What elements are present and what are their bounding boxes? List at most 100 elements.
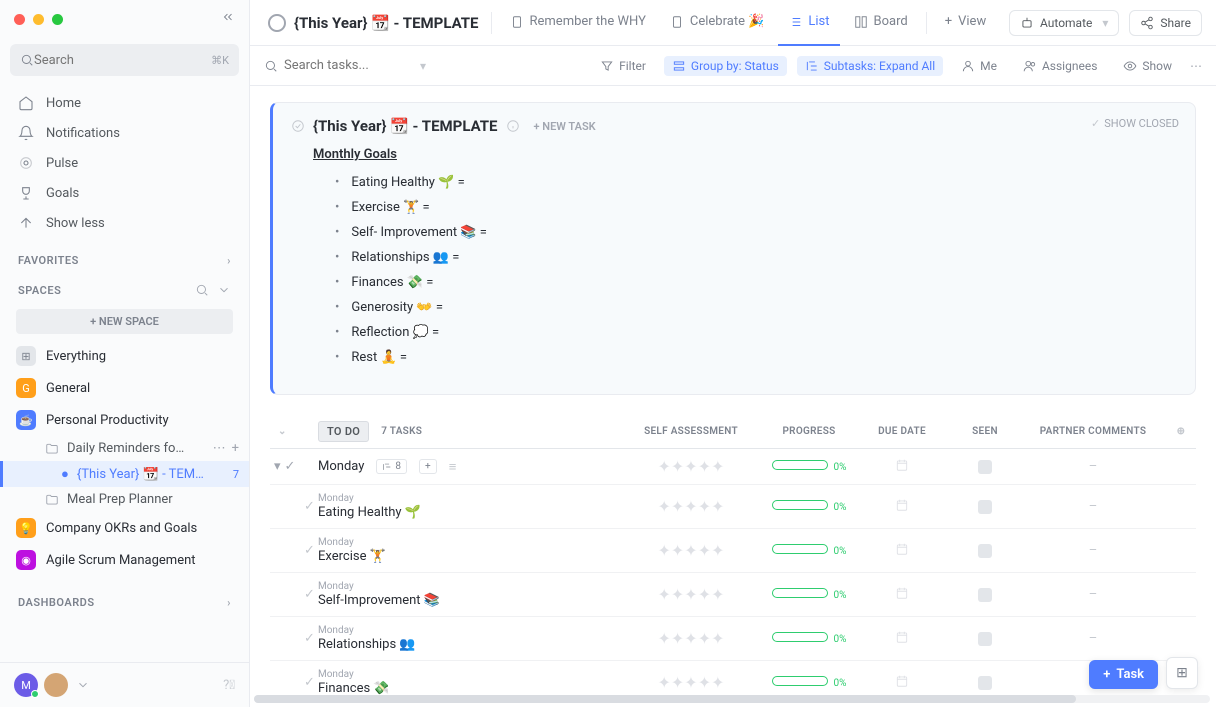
nav-home[interactable]: Home (0, 88, 249, 118)
self-assessment-stars[interactable]: ✦✦✦✦✦ (626, 457, 756, 476)
partner-comments-cell[interactable]: – (1028, 459, 1158, 474)
self-assessment-stars[interactable]: ✦✦✦✦✦ (626, 497, 756, 516)
space-everything[interactable]: ⊞Everything (0, 340, 249, 372)
folder-meal-prep[interactable]: Meal Prep Planner (0, 487, 249, 512)
apps-fab[interactable]: ⊞ (1166, 657, 1198, 689)
close-icon[interactable] (14, 14, 25, 25)
col-partner-comments[interactable]: PARTNER COMMENTS (1028, 426, 1158, 437)
view-list[interactable]: List (778, 0, 839, 46)
task-search[interactable]: ▾ (264, 58, 454, 73)
assignees-button[interactable]: Assignees (1015, 56, 1105, 76)
check-icon[interactable]: ✓ (304, 675, 315, 690)
plus-icon[interactable]: + (232, 441, 239, 456)
maximize-icon[interactable] (52, 14, 63, 25)
add-subtask-icon[interactable]: + (419, 459, 437, 474)
info-icon[interactable] (506, 119, 520, 133)
chevron-down-icon[interactable]: ▾ (274, 459, 281, 474)
space-personal[interactable]: ☕Personal Productivity (0, 404, 249, 436)
space-agile[interactable]: ◉Agile Scrum Management (0, 544, 249, 576)
progress-cell[interactable]: 0% (764, 499, 854, 514)
add-column-icon[interactable]: ⊕ (1166, 426, 1196, 437)
due-date-cell[interactable] (862, 542, 942, 560)
collapse-sidebar-icon[interactable] (221, 10, 235, 28)
seen-cell[interactable] (950, 676, 1020, 690)
dashboards-header[interactable]: DASHBOARDS› (0, 586, 249, 615)
chevron-down-icon[interactable]: ▾ (420, 59, 426, 73)
progress-cell[interactable]: 0% (764, 631, 854, 646)
col-seen[interactable]: SEEN (950, 426, 1020, 437)
list-this-year[interactable]: ● {This Year} 📆 - TEM… 7 (0, 461, 249, 487)
seen-cell[interactable] (950, 500, 1020, 514)
nav-notifications[interactable]: Notifications (0, 118, 249, 148)
view-remember-why[interactable]: Remember the WHY (500, 0, 656, 46)
minimize-icon[interactable] (33, 14, 44, 25)
seen-cell[interactable] (950, 588, 1020, 602)
view-celebrate[interactable]: Celebrate 🎉 (660, 0, 775, 46)
favorites-header[interactable]: FAVORITES› (0, 244, 249, 273)
seen-cell[interactable] (950, 632, 1020, 646)
check-icon[interactable]: ✓ (285, 459, 296, 474)
col-due-date[interactable]: DUE DATE (862, 426, 942, 437)
progress-cell[interactable]: 0% (764, 675, 854, 690)
partner-comments-cell[interactable]: – (1028, 587, 1158, 602)
new-task-button[interactable]: + NEW TASK (534, 120, 596, 133)
check-icon[interactable]: ✓ (304, 499, 315, 514)
show-button[interactable]: Show (1115, 56, 1180, 76)
view-board[interactable]: Board (844, 0, 918, 46)
task-row[interactable]: ▾✓ Monday 8 + ≡ ✦✦✦✦✦ 0% – (270, 448, 1196, 484)
add-view[interactable]: +View (935, 0, 997, 46)
help-icon[interactable]: ?⃝ (223, 678, 235, 693)
automate-button[interactable]: Automate▾ (1009, 10, 1119, 36)
filter-button[interactable]: Filter (592, 56, 654, 76)
progress-cell[interactable]: 0% (764, 543, 854, 558)
task-row[interactable]: ✓MondaySelf-Improvement 📚✦✦✦✦✦0%– (270, 572, 1196, 616)
due-date-cell[interactable] (862, 630, 942, 648)
nav-showless[interactable]: Show less (0, 208, 249, 238)
me-button[interactable]: Me (953, 56, 1005, 76)
seen-cell[interactable] (950, 460, 1020, 474)
subtask-count[interactable]: 8 (376, 459, 407, 474)
check-circle-icon[interactable]: ⌄ (278, 426, 310, 437)
chevron-down-icon[interactable] (217, 283, 231, 297)
col-progress[interactable]: PROGRESS (764, 426, 854, 437)
check-icon[interactable]: ✓ (304, 543, 315, 558)
due-date-cell[interactable] (862, 458, 942, 476)
check-icon[interactable]: ✓ (304, 631, 315, 646)
status-circle-icon[interactable] (268, 14, 286, 32)
nav-pulse[interactable]: Pulse (0, 148, 249, 178)
nav-goals[interactable]: Goals (0, 178, 249, 208)
seen-cell[interactable] (950, 544, 1020, 558)
partner-comments-cell[interactable]: – (1028, 543, 1158, 558)
folder-daily-reminders[interactable]: Daily Reminders fo… ⋯+ (0, 436, 249, 461)
page-title[interactable]: {This Year} 📆 - TEMPLATE (264, 14, 483, 32)
check-circle-icon[interactable] (291, 119, 305, 133)
new-space-button[interactable]: + NEW SPACE (16, 309, 233, 334)
progress-cell[interactable]: 0% (764, 587, 854, 602)
space-okrs[interactable]: 💡Company OKRs and Goals (0, 512, 249, 544)
partner-comments-cell[interactable]: – (1028, 499, 1158, 514)
user-avatar-2[interactable] (44, 673, 68, 697)
status-chip[interactable]: TO DO (318, 421, 369, 442)
chevron-down-icon[interactable] (76, 678, 90, 692)
description-icon[interactable]: ≡ (449, 459, 457, 475)
self-assessment-stars[interactable]: ✦✦✦✦✦ (626, 585, 756, 604)
col-self-assessment[interactable]: SELF ASSESSMENT (626, 426, 756, 437)
self-assessment-stars[interactable]: ✦✦✦✦✦ (626, 629, 756, 648)
due-date-cell[interactable] (862, 498, 942, 516)
show-closed-button[interactable]: ✓SHOW CLOSED (1091, 117, 1179, 130)
check-icon[interactable]: ✓ (304, 587, 315, 602)
new-task-fab[interactable]: +Task (1089, 660, 1158, 689)
task-row[interactable]: ✓MondayExercise 🏋️✦✦✦✦✦0%– (270, 528, 1196, 572)
more-icon[interactable]: ⋯ (213, 441, 226, 456)
space-general[interactable]: GGeneral (0, 372, 249, 404)
partner-comments-cell[interactable]: – (1028, 631, 1158, 646)
share-button[interactable]: Share (1129, 10, 1202, 36)
progress-cell[interactable]: 0% (764, 459, 854, 474)
self-assessment-stars[interactable]: ✦✦✦✦✦ (626, 541, 756, 560)
task-row[interactable]: ✓MondayEating Healthy 🌱✦✦✦✦✦0%– (270, 484, 1196, 528)
task-search-field[interactable] (284, 58, 414, 73)
search-input[interactable]: ⌘K (10, 44, 239, 76)
subtasks-button[interactable]: Subtasks: Expand All (797, 56, 943, 76)
groupby-button[interactable]: Group by: Status (664, 56, 787, 76)
more-icon[interactable]: ⋯ (1190, 59, 1202, 73)
